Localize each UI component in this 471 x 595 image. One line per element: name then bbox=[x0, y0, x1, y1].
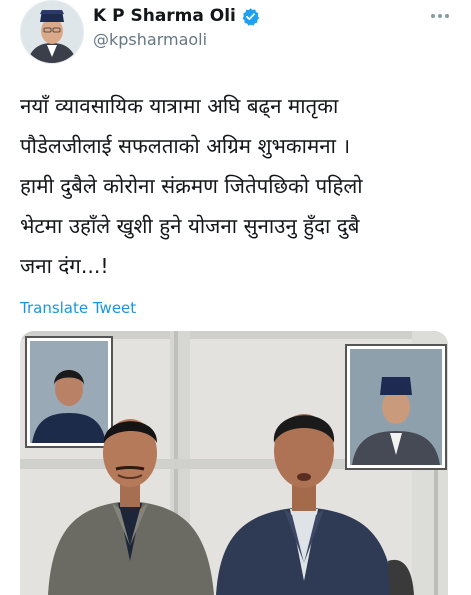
translate-tweet-link[interactable]: Translate Tweet bbox=[20, 299, 136, 317]
author-name-text: K P Sharma Oli bbox=[93, 6, 236, 26]
tweet-card: K P Sharma Oli @kpsharmaoli नयाँ व्यावसा… bbox=[0, 0, 471, 595]
tweet-text-line: हामी दुबैले कोरोना संक्रमण जितेपछिको पहि… bbox=[20, 174, 363, 198]
photo-image bbox=[20, 331, 448, 595]
profile-avatar[interactable] bbox=[20, 0, 84, 64]
avatar-image bbox=[21, 1, 83, 63]
tweet-text-line: जना दंग...! bbox=[20, 254, 109, 278]
right-framed-portrait bbox=[345, 344, 447, 470]
verified-badge-icon bbox=[242, 7, 260, 26]
author-handle[interactable]: @kpsharmaoli bbox=[93, 30, 207, 49]
left-framed-portrait bbox=[25, 336, 113, 448]
tweet-photo[interactable] bbox=[20, 331, 448, 595]
tweet-text-line: पौडेलजीलाई सफलताको अग्रिम शुभकामना । bbox=[20, 134, 351, 158]
author-name[interactable]: K P Sharma Oli bbox=[93, 6, 260, 26]
tweet-text: नयाँ व्यावसायिक यात्रामा अघि बढ्न मातृका… bbox=[20, 86, 450, 286]
tweet-text-line: भेटमा उहाँले खुशी हुने योजना सुनाउनु हुँ… bbox=[20, 214, 360, 238]
tweet-text-line: नयाँ व्यावसायिक यात्रामा अघि बढ्न मातृका bbox=[20, 94, 339, 118]
more-options-icon[interactable] bbox=[429, 8, 451, 24]
